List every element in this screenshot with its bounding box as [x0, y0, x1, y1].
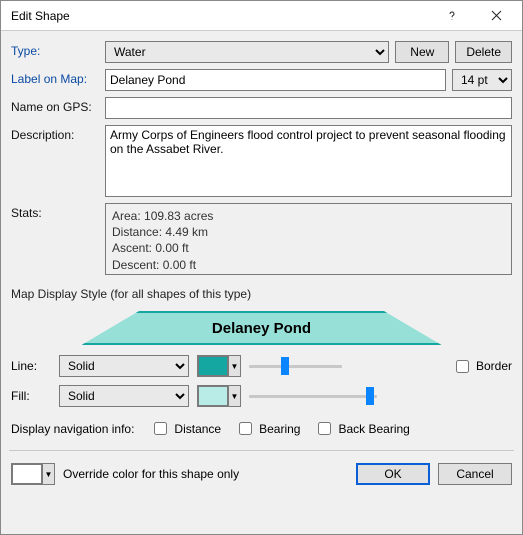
stats-ascent: Ascent: 0.00 ft — [112, 240, 505, 256]
name-on-gps-label: Name on GPS: — [11, 97, 99, 114]
window-title: Edit Shape — [11, 9, 430, 23]
stats-area: Area: 109.83 acres — [112, 208, 505, 224]
override-color-swatch — [12, 464, 42, 484]
divider — [9, 450, 514, 451]
distance-checkbox-wrap[interactable]: Distance — [150, 419, 221, 438]
new-button[interactable]: New — [395, 41, 449, 63]
back-bearing-checkbox[interactable] — [318, 422, 331, 435]
border-checkbox-wrap[interactable]: Border — [452, 357, 512, 376]
bearing-checkbox[interactable] — [239, 422, 252, 435]
delete-button[interactable]: Delete — [455, 41, 512, 63]
fill-label: Fill: — [11, 389, 51, 403]
border-checkbox[interactable] — [456, 360, 469, 373]
border-checkbox-label: Border — [476, 359, 512, 373]
bearing-checkbox-wrap[interactable]: Bearing — [235, 419, 300, 438]
fill-opacity-slider[interactable] — [249, 386, 377, 406]
back-bearing-checkbox-wrap[interactable]: Back Bearing — [314, 419, 409, 438]
chevron-down-icon: ▼ — [42, 464, 54, 484]
chevron-down-icon: ▼ — [228, 386, 240, 406]
line-label: Line: — [11, 359, 51, 373]
description-textarea[interactable]: Army Corps of Engineers flood control pr… — [105, 125, 512, 197]
fill-style-select[interactable]: Solid — [59, 385, 189, 407]
map-display-style-heading: Map Display Style (for all shapes of thi… — [11, 287, 512, 301]
distance-checkbox-label: Distance — [174, 422, 221, 436]
description-label: Description: — [11, 125, 99, 142]
label-on-map-label: Label on Map: — [11, 69, 99, 86]
line-color-button[interactable]: ▼ — [197, 355, 241, 377]
line-color-swatch — [198, 356, 228, 376]
titlebar: Edit Shape — [1, 1, 522, 31]
back-bearing-checkbox-label: Back Bearing — [338, 422, 409, 436]
stats-box: Area: 109.83 acres Distance: 4.49 km Asc… — [105, 203, 512, 275]
ok-button[interactable]: OK — [356, 463, 430, 485]
edit-shape-dialog: Edit Shape Type: Water New Delete Label … — [0, 0, 523, 535]
nav-info-label: Display navigation info: — [11, 422, 134, 436]
label-on-map-input[interactable] — [105, 69, 446, 91]
line-style-select[interactable]: Solid — [59, 355, 189, 377]
name-on-gps-input[interactable] — [105, 97, 512, 119]
font-size-select[interactable]: 14 pt — [452, 69, 512, 91]
shape-preview-label: Delaney Pond — [212, 320, 311, 337]
help-button[interactable] — [430, 2, 474, 30]
stats-descent: Descent: 0.00 ft — [112, 257, 505, 273]
bearing-checkbox-label: Bearing — [259, 422, 300, 436]
fill-color-button[interactable]: ▼ — [197, 385, 241, 407]
stats-label: Stats: — [11, 203, 99, 220]
line-width-slider[interactable] — [249, 356, 342, 376]
type-label: Type: — [11, 41, 99, 58]
type-select[interactable]: Water — [105, 41, 389, 63]
close-button[interactable] — [474, 2, 518, 30]
cancel-button[interactable]: Cancel — [438, 463, 512, 485]
distance-checkbox[interactable] — [154, 422, 167, 435]
stats-distance: Distance: 4.49 km — [112, 224, 505, 240]
chevron-down-icon: ▼ — [228, 356, 240, 376]
fill-color-swatch — [198, 386, 228, 406]
override-color-label: Override color for this shape only — [63, 467, 239, 481]
override-color-button[interactable]: ▼ — [11, 463, 55, 485]
shape-preview: Delaney Pond — [82, 311, 442, 345]
